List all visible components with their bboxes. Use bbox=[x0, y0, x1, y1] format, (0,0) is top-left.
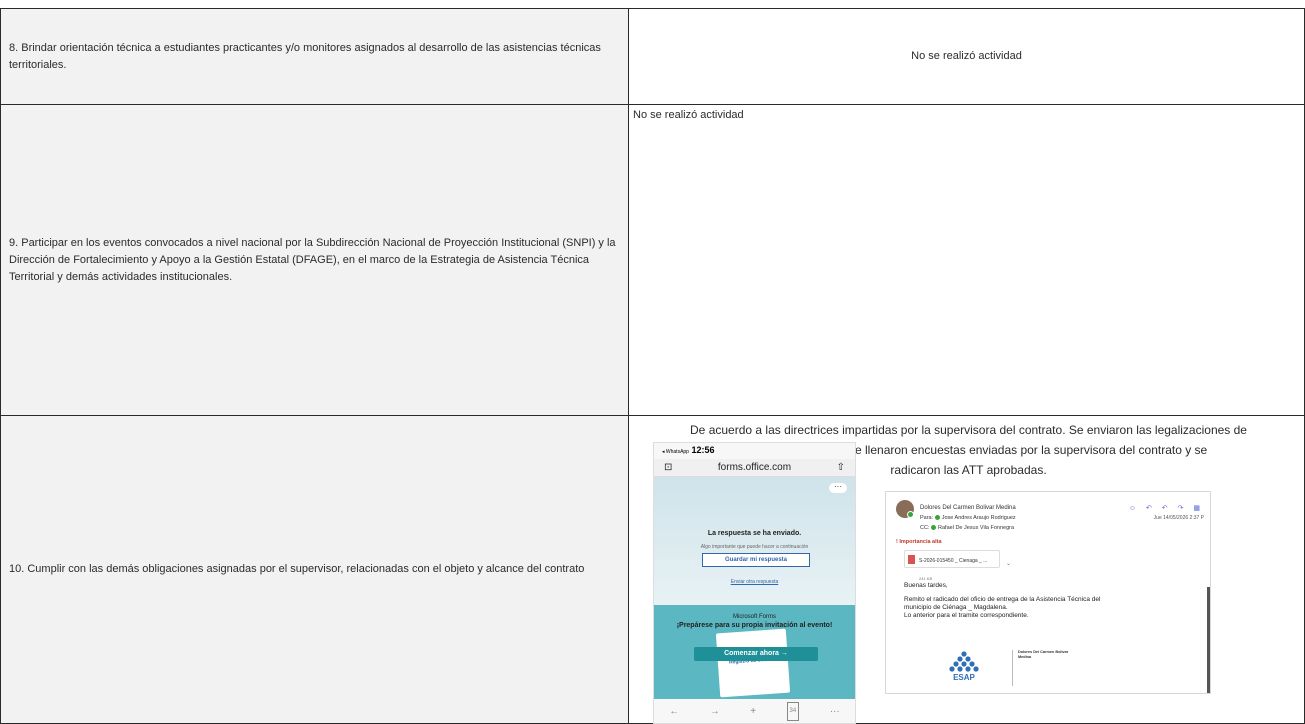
phone-status-bar: ◂ WhatsApp 12:56 5G ▮ bbox=[654, 443, 855, 607]
obligation-cell: 10. Cumplir con las demás obligaciones a… bbox=[0, 415, 629, 724]
chevron-down-icon: ⌄ bbox=[1006, 561, 1012, 567]
obligations-table: 8. Brindar orientación técnica a estudia… bbox=[0, 8, 1305, 724]
table-row: 9. Participar en los eventos convocados … bbox=[0, 104, 1305, 416]
attachment-name: S-2026-015450 _ Cienaga _ ... bbox=[919, 558, 988, 564]
esap-logo: ESAP bbox=[949, 651, 979, 682]
start-now-button: Comenzar ahora → bbox=[694, 647, 818, 661]
attachment: S-2026-015450 _ Cienaga _ ... 241 KB bbox=[904, 550, 1000, 581]
table-row: 8. Brindar orientación técnica a estudia… bbox=[0, 8, 1305, 105]
event-card: Registro de eventos bbox=[715, 628, 791, 698]
obligation-text: 9. Participar en los eventos convocados … bbox=[9, 236, 616, 283]
tabs-count-icon: 34 bbox=[786, 701, 800, 721]
email-date: Jue 14/05/2026 2:37 P bbox=[1153, 515, 1204, 521]
forward-icon: → bbox=[709, 705, 720, 717]
obligation-cell: 8. Brindar orientación técnica a estudia… bbox=[0, 8, 629, 105]
importance-flag: ! Importancia alta bbox=[896, 539, 942, 545]
svg-text:ESAP: ESAP bbox=[953, 673, 975, 682]
activity-cell: No se realizó actividad bbox=[628, 8, 1305, 105]
signature-name: Dolores Del Carmen Bolivar Medina bbox=[1018, 650, 1069, 659]
email-body: Buenas tardes, Remito el radicado del of… bbox=[904, 582, 1194, 620]
browser-url-bar: ⊡ forms.office.com ⇧ bbox=[654, 459, 855, 477]
phone-time: 12:56 bbox=[691, 444, 715, 455]
email-screenshot: Dolores Del Carmen Bolivar Medina Para: … bbox=[885, 491, 1211, 694]
presence-icon bbox=[931, 525, 937, 531]
back-icon: ← bbox=[669, 705, 680, 717]
signature-divider bbox=[1012, 650, 1013, 686]
table-row: 10. Cumplir con las demás obligaciones a… bbox=[0, 415, 1305, 724]
save-response-button: Guardar mi respuesta bbox=[702, 553, 810, 567]
tab-icon: ⊡ bbox=[664, 462, 673, 473]
forms-confirmation: ··· La respuesta se ha enviado. Algo imp… bbox=[654, 477, 855, 605]
email-body-line: municipio de Ciénaga _ Magdalena. bbox=[904, 604, 1008, 611]
more-icon: ··· bbox=[829, 483, 847, 493]
browser-nav-bar: ← → + 34 ··· bbox=[654, 699, 855, 723]
share-icon: ⇧ bbox=[836, 462, 845, 473]
email-body-line: Lo anterior para el tramite correspondie… bbox=[904, 612, 1029, 619]
activity-cell: De acuerdo a las directrices impartidas … bbox=[628, 415, 1305, 724]
obligation-cell: 9. Participar en los eventos convocados … bbox=[0, 104, 629, 416]
new-tab-icon: + bbox=[750, 705, 757, 717]
obligation-text: 8. Brindar orientación técnica a estudia… bbox=[9, 41, 601, 71]
activity-line: De acuerdo a las directrices impartidas … bbox=[690, 423, 1247, 437]
activity-text: No se realizó actividad bbox=[633, 109, 744, 121]
email-body-line: Remito el radicado del oficio de entrega… bbox=[904, 596, 1101, 603]
pdf-icon bbox=[908, 555, 915, 564]
email-greeting: Buenas tardes, bbox=[904, 582, 948, 589]
activity-cell: No se realizó actividad bbox=[628, 104, 1305, 416]
send-another-link: Enviar otra respuesta bbox=[730, 579, 779, 585]
scrollbar-edge bbox=[1207, 587, 1210, 693]
menu-icon: ··· bbox=[829, 705, 840, 717]
forms-phone-screenshot: ◂ WhatsApp 12:56 5G ▮ ⊡ forms.office.com… bbox=[653, 442, 856, 724]
activity-text: No se realizó actividad bbox=[911, 50, 1022, 62]
url-text: forms.office.com bbox=[717, 462, 792, 473]
presence-icon bbox=[907, 511, 914, 518]
email-signature: ESAP Dolores Del Carmen Bolivar Medina bbox=[926, 644, 1076, 690]
phone-back-label: ◂ WhatsApp bbox=[662, 448, 689, 455]
obligation-text: 10. Cumplir con las demás obligaciones a… bbox=[9, 563, 585, 575]
